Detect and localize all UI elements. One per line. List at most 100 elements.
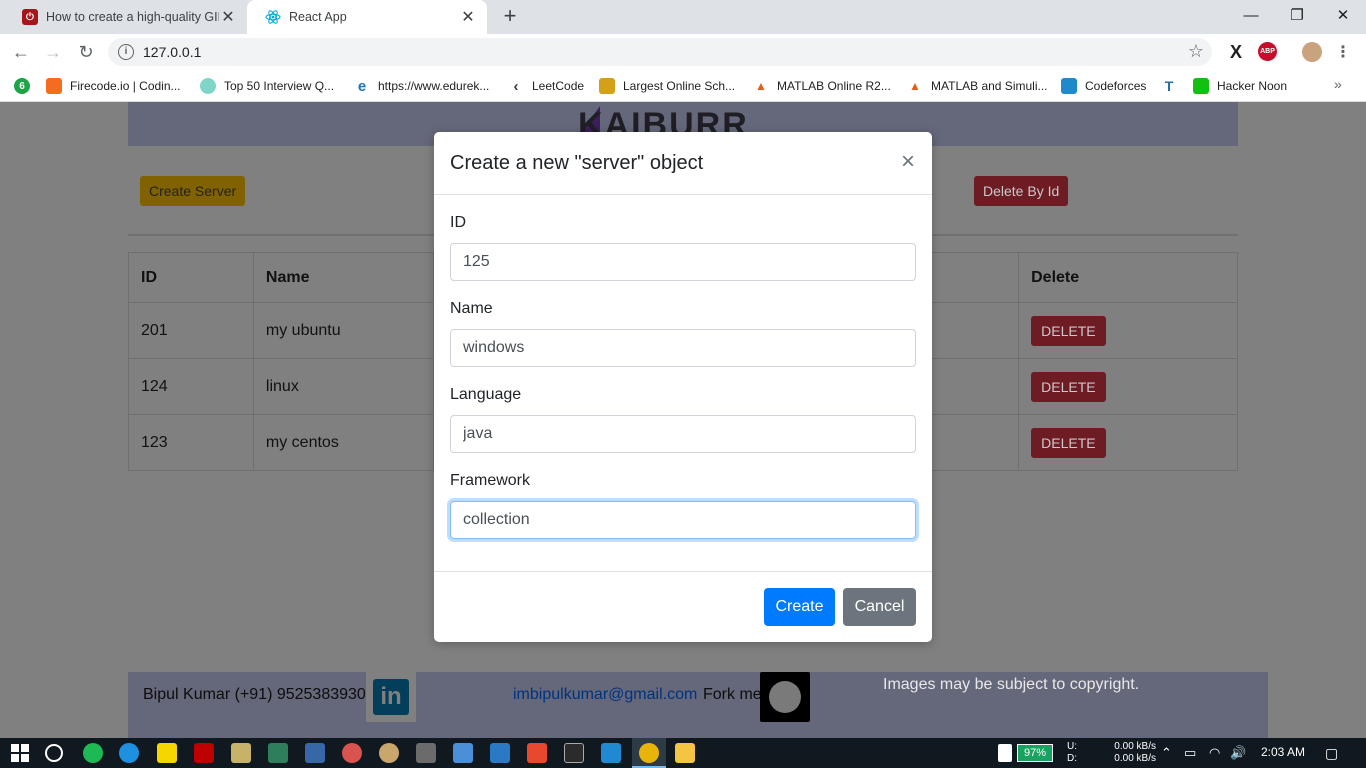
modal-footer: Create Cancel bbox=[434, 571, 932, 642]
browser-toolbar: ← → ↻ i 127.0.0.1 ☆ X ABP ⋮ bbox=[0, 34, 1366, 70]
spotify-icon[interactable] bbox=[83, 743, 103, 763]
row-delete-button[interactable]: DELETE bbox=[1031, 371, 1106, 402]
cancel-button[interactable]: Cancel bbox=[843, 588, 916, 626]
search-icon[interactable] bbox=[45, 744, 63, 762]
bookmark-label: Codeforces bbox=[1085, 79, 1147, 93]
paint-icon[interactable] bbox=[231, 743, 251, 763]
clock[interactable]: 2:03 AM bbox=[1261, 745, 1305, 759]
row-delete-button[interactable]: DELETE bbox=[1031, 315, 1106, 346]
wifi-icon[interactable]: ◠ bbox=[1209, 738, 1220, 768]
back-button[interactable]: ← bbox=[8, 39, 34, 65]
maximize-button[interactable]: ❐ bbox=[1274, 0, 1320, 30]
x-extension-icon[interactable]: X bbox=[1226, 42, 1246, 62]
bookmark-firecode[interactable]: Firecode.io | Codin... bbox=[46, 76, 181, 96]
codeforces-icon bbox=[1061, 78, 1077, 94]
reload-button[interactable]: ↻ bbox=[73, 39, 99, 65]
column-header-delete: Delete bbox=[1018, 252, 1238, 303]
calculator-icon[interactable] bbox=[453, 743, 473, 763]
paint3d-icon[interactable] bbox=[379, 743, 399, 763]
browser-menu-icon[interactable]: ⋮ bbox=[1335, 42, 1351, 62]
hacker-noon-icon bbox=[1193, 78, 1209, 94]
adblock-plus-icon[interactable]: ABP bbox=[1258, 42, 1277, 61]
shield-icon[interactable] bbox=[998, 744, 1012, 762]
bookmark-codeforces[interactable]: Codeforces bbox=[1061, 76, 1146, 96]
bookmark-item[interactable]: 6 bbox=[14, 76, 38, 96]
office-icon[interactable] bbox=[527, 743, 547, 763]
create-server-button[interactable]: Create Server bbox=[140, 176, 246, 206]
notifications-icon[interactable]: ▢ bbox=[1325, 738, 1338, 768]
chevron-up-icon[interactable]: ⌃ bbox=[1161, 738, 1172, 768]
windows-start-icon[interactable] bbox=[11, 744, 29, 762]
keyboard-icon[interactable] bbox=[416, 743, 436, 763]
language-field[interactable] bbox=[450, 415, 916, 453]
tab-strip: ⏻ How to create a high-quality GIF ✕ Rea… bbox=[0, 0, 1366, 34]
bookmark-interview[interactable]: Top 50 Interview Q... bbox=[200, 76, 334, 96]
column-header-id: ID bbox=[128, 252, 254, 303]
cell-id: 123 bbox=[128, 414, 254, 471]
more-bookmarks-icon[interactable]: » bbox=[1334, 76, 1342, 92]
id-label: ID bbox=[450, 214, 466, 231]
forward-button[interactable]: → bbox=[40, 39, 66, 65]
remote-icon[interactable] bbox=[305, 743, 325, 763]
linkedin-link[interactable]: in bbox=[366, 672, 416, 722]
delete-by-id-button[interactable]: Delete By Id bbox=[974, 176, 1069, 206]
url-text[interactable]: 127.0.0.1 bbox=[143, 44, 201, 60]
profile-avatar[interactable] bbox=[1302, 42, 1322, 62]
site-info-icon[interactable]: i bbox=[118, 44, 134, 60]
minimize-button[interactable]: — bbox=[1228, 0, 1274, 30]
id-field[interactable] bbox=[450, 243, 916, 281]
tab-close-icon[interactable]: ✕ bbox=[459, 7, 477, 27]
tab-react-app[interactable]: React App ✕ bbox=[247, 0, 487, 34]
edureka-icon: e bbox=[354, 78, 370, 95]
bookmark-label: Hacker Noon bbox=[1217, 79, 1288, 93]
vb-icon[interactable] bbox=[490, 743, 510, 763]
cell-id: 124 bbox=[128, 358, 254, 415]
modal-close-button[interactable]: × bbox=[898, 150, 918, 174]
bookmark-star-icon[interactable]: ☆ bbox=[1188, 41, 1204, 62]
bookmark-leetcode[interactable]: ‹ LeetCode bbox=[508, 76, 584, 96]
react-icon bbox=[265, 9, 281, 25]
bookmark-matlab-simulink[interactable]: ▲ MATLAB and Simuli... bbox=[907, 76, 1047, 96]
page-footer: Bipul Kumar (+91) 9525383930 in imbipulk… bbox=[128, 672, 1268, 738]
photos-icon[interactable] bbox=[342, 743, 362, 763]
create-button[interactable]: Create bbox=[764, 588, 835, 626]
tab-gif-article[interactable]: ⏻ How to create a high-quality GIF ✕ bbox=[4, 0, 247, 34]
framework-field[interactable] bbox=[450, 501, 916, 539]
address-bar[interactable]: i 127.0.0.1 ☆ bbox=[108, 38, 1212, 66]
footer-fork-text: Fork me bbox=[703, 686, 762, 703]
footer-email-link[interactable]: imbipulkumar@gmail.com bbox=[513, 686, 697, 704]
new-tab-button[interactable]: + bbox=[498, 4, 522, 28]
battery-icon[interactable]: ▭ bbox=[1184, 738, 1196, 768]
net-monitor-labels: U: D: bbox=[1067, 741, 1077, 764]
create-server-modal: Create a new "server" object × ID Name L… bbox=[434, 132, 932, 642]
file-explorer-icon[interactable] bbox=[675, 743, 695, 763]
bookmark-matlab-online[interactable]: ▲ MATLAB Online R2... bbox=[753, 76, 891, 96]
vscode-icon[interactable] bbox=[601, 743, 621, 763]
bookmark-label: https://www.edurek... bbox=[378, 79, 490, 93]
download-rate: 0.00 kB/s bbox=[1114, 753, 1156, 764]
edge-icon[interactable] bbox=[119, 743, 139, 763]
bookmark-label: MATLAB and Simuli... bbox=[931, 79, 1048, 93]
graduation-cap-icon bbox=[599, 78, 615, 94]
volume-icon[interactable]: 🔊 bbox=[1230, 738, 1246, 768]
cmd-icon[interactable] bbox=[564, 743, 584, 763]
task-icon[interactable] bbox=[268, 743, 288, 763]
github-link[interactable] bbox=[760, 672, 810, 722]
bookmark-edureka[interactable]: e https://www.edurek... bbox=[354, 76, 489, 96]
close-window-button[interactable]: ✕ bbox=[1320, 0, 1366, 30]
cell-delete: DELETE bbox=[1018, 358, 1238, 415]
bookmark-t2[interactable]: T bbox=[1161, 76, 1185, 96]
github-icon bbox=[769, 681, 801, 713]
row-delete-button[interactable]: DELETE bbox=[1031, 427, 1106, 458]
modal-title: Create a new "server" object bbox=[450, 152, 704, 174]
leetcode-icon: ‹ bbox=[508, 78, 524, 95]
bookmark-online-school[interactable]: Largest Online Sch... bbox=[599, 76, 735, 96]
tab-close-icon[interactable]: ✕ bbox=[219, 7, 237, 27]
sticky-notes-icon[interactable] bbox=[157, 743, 177, 763]
bookmark-hacker-noon[interactable]: Hacker Noon bbox=[1193, 76, 1287, 96]
cell-name: my centos bbox=[252, 414, 434, 471]
filezilla-icon[interactable] bbox=[194, 743, 214, 763]
name-field[interactable] bbox=[450, 329, 916, 367]
chrome-icon[interactable] bbox=[639, 743, 659, 763]
battery-indicator[interactable]: 97% bbox=[1017, 744, 1053, 762]
